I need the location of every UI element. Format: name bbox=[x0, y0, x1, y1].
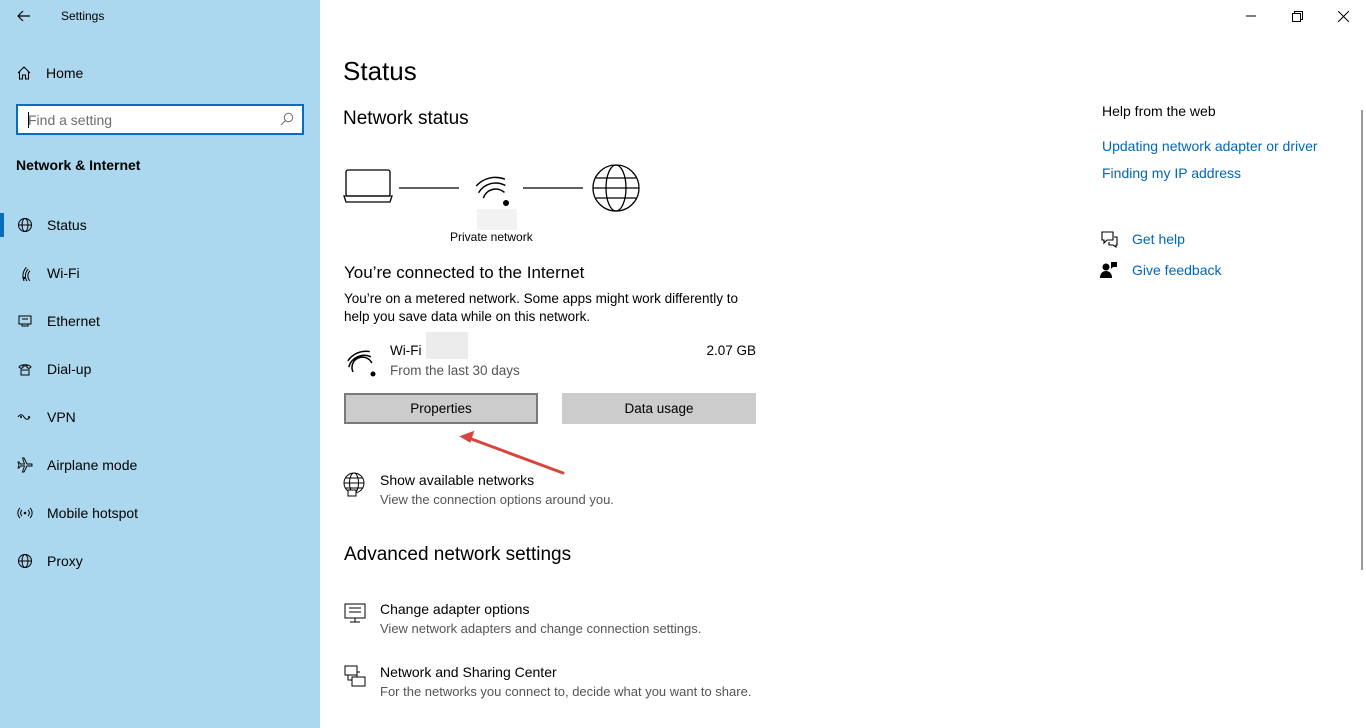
change-adapter-options[interactable]: Change adapter options View network adap… bbox=[342, 601, 701, 636]
main-content: Status Network status Private network Yo… bbox=[320, 0, 1366, 728]
sidebar-item-mobile-hotspot[interactable]: Mobile hotspot bbox=[0, 489, 320, 537]
advanced-heading: Advanced network settings bbox=[344, 544, 572, 565]
network-sharing-center[interactable]: Network and Sharing Center For the netwo… bbox=[342, 664, 751, 699]
sidebar-item-label: Proxy bbox=[47, 553, 83, 569]
home-label: Home bbox=[46, 65, 84, 81]
page-title: Status bbox=[343, 56, 417, 86]
sharing-center-icon bbox=[342, 664, 368, 690]
change-adapter-subtitle: View network adapters and change connect… bbox=[380, 621, 702, 636]
properties-button[interactable]: Properties bbox=[344, 393, 538, 424]
redacted-network-name bbox=[477, 209, 517, 230]
sidebar-item-status[interactable]: Status bbox=[0, 201, 320, 249]
show-networks-title: Show available networks bbox=[380, 472, 535, 488]
give-feedback-link[interactable]: Give feedback bbox=[1100, 261, 1222, 279]
sidebar-item-airplane-mode[interactable]: Airplane mode bbox=[0, 441, 320, 489]
network-status-heading: Network status bbox=[343, 108, 469, 129]
sharing-center-subtitle: For the networks you connect to, decide … bbox=[380, 684, 752, 699]
sidebar-item-label: Ethernet bbox=[47, 313, 100, 329]
help-title: Help from the web bbox=[1102, 103, 1216, 119]
wifi-signal-icon bbox=[475, 176, 509, 206]
globe-icon bbox=[16, 216, 34, 234]
vpn-icon bbox=[16, 408, 34, 426]
help-link-updating-adapter[interactable]: Updating network adapter or driver bbox=[1102, 138, 1318, 154]
internet-globe-icon bbox=[592, 164, 640, 212]
sidebar-item-label: VPN bbox=[47, 409, 76, 425]
connection-row: Wi-Fi From the last 30 days 2.07 GB bbox=[344, 332, 756, 383]
feedback-icon bbox=[1100, 262, 1117, 278]
sidebar-item-dialup[interactable]: Dial-up bbox=[0, 345, 320, 393]
app-title: Settings bbox=[61, 9, 105, 23]
home-nav[interactable]: Home bbox=[16, 62, 83, 84]
globe-network-icon bbox=[342, 472, 368, 498]
connected-heading: You’re connected to the Internet bbox=[344, 263, 585, 282]
search-icon[interactable] bbox=[280, 112, 294, 126]
proxy-globe-icon bbox=[16, 552, 34, 570]
sidebar-item-vpn[interactable]: VPN bbox=[0, 393, 320, 441]
back-arrow-icon bbox=[17, 10, 30, 22]
change-adapter-title: Change adapter options bbox=[380, 601, 530, 617]
redacted-ssid bbox=[426, 332, 468, 359]
sidebar-item-proxy[interactable]: Proxy bbox=[0, 537, 320, 585]
connection-period: From the last 30 days bbox=[390, 363, 520, 378]
get-help-link[interactable]: Get help bbox=[1100, 230, 1185, 248]
sidebar-item-ethernet[interactable]: Ethernet bbox=[0, 297, 320, 345]
metered-text: You’re on a metered network. Some apps m… bbox=[344, 291, 738, 324]
airplane-icon bbox=[16, 456, 34, 474]
connection-name: Wi-Fi bbox=[390, 343, 422, 358]
give-feedback-label: Give feedback bbox=[1132, 262, 1222, 278]
wifi-connection-icon bbox=[347, 350, 376, 377]
sidebar-item-label: Mobile hotspot bbox=[47, 505, 139, 521]
home-icon bbox=[17, 66, 31, 80]
help-link-finding-ip[interactable]: Finding my IP address bbox=[1102, 165, 1241, 181]
network-type-label: Private network bbox=[450, 230, 533, 244]
sidebar: Settings Home Network & Internet Status … bbox=[0, 0, 320, 728]
get-help-label: Get help bbox=[1132, 231, 1185, 247]
sidebar-nav: Status Wi-Fi Ethernet Dial-up VPN Airpla… bbox=[0, 201, 320, 585]
text-caret bbox=[28, 112, 29, 128]
sidebar-item-label: Status bbox=[47, 217, 87, 233]
sidebar-item-wifi[interactable]: Wi-Fi bbox=[0, 249, 320, 297]
adapter-icon bbox=[342, 601, 368, 627]
scrollbar[interactable] bbox=[1361, 110, 1363, 570]
wifi-icon bbox=[16, 264, 34, 282]
get-help-icon bbox=[1101, 231, 1118, 248]
sidebar-item-label: Airplane mode bbox=[47, 457, 138, 473]
ethernet-icon bbox=[16, 312, 34, 330]
section-title: Network & Internet bbox=[16, 157, 141, 173]
sidebar-item-label: Wi-Fi bbox=[47, 265, 80, 281]
data-usage-amount: 2.07 GB bbox=[706, 343, 756, 358]
hotspot-icon bbox=[16, 504, 34, 522]
search-input[interactable] bbox=[18, 106, 268, 133]
back-button[interactable] bbox=[10, 4, 38, 28]
data-usage-button[interactable]: Data usage bbox=[562, 393, 756, 424]
sharing-center-title: Network and Sharing Center bbox=[380, 664, 557, 680]
show-networks-subtitle: View the connection options around you. bbox=[380, 492, 614, 507]
sidebar-item-label: Dial-up bbox=[47, 361, 92, 377]
dialup-icon bbox=[16, 360, 34, 378]
laptop-icon bbox=[343, 169, 393, 203]
show-available-networks[interactable]: Show available networks View the connect… bbox=[342, 472, 614, 507]
search-box[interactable] bbox=[16, 104, 304, 135]
